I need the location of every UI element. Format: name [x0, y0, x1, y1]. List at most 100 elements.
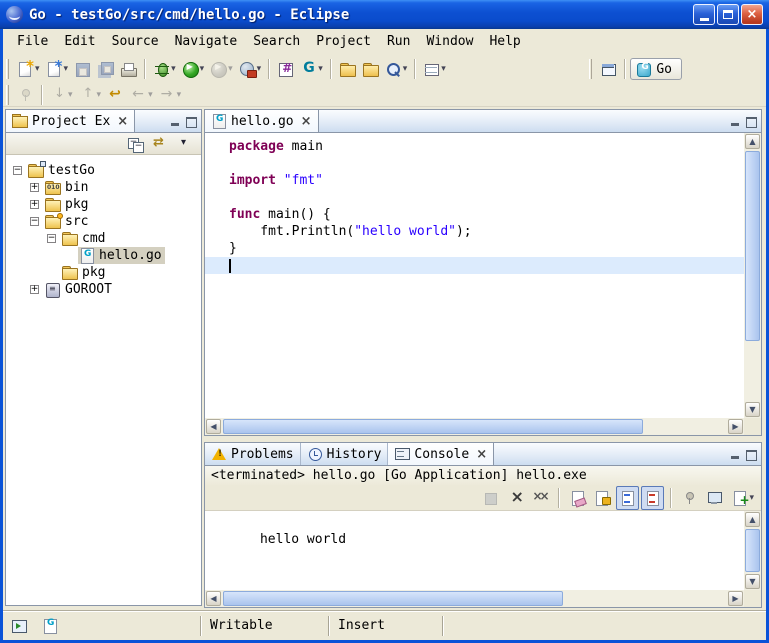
titlebar[interactable]: Go - testGo/src/cmd/hello.go - Eclipse ×: [0, 0, 769, 29]
toolbar-grip[interactable]: [6, 85, 9, 105]
code-line-1[interactable]: package main: [205, 138, 744, 155]
tree-node[interactable]: GOROOT: [44, 281, 115, 298]
scroll-right-button[interactable]: ▶: [728, 591, 743, 606]
print-button[interactable]: [117, 57, 140, 81]
open-console-button[interactable]: ▾: [728, 486, 757, 510]
collapse-all-button[interactable]: [124, 132, 147, 156]
tab-history[interactable]: History: [301, 443, 389, 465]
code-line-2[interactable]: [205, 155, 744, 172]
pin-editor-button[interactable]: [14, 83, 37, 107]
terminate-button[interactable]: [479, 486, 502, 510]
tree-node[interactable]: cmd: [61, 230, 108, 247]
minimize-view-button[interactable]: [730, 116, 741, 127]
dropdown-arrow-icon[interactable]: ▾: [97, 90, 102, 100]
maximize-button[interactable]: [717, 4, 739, 25]
tree-item-hello-go[interactable]: hello.go: [6, 247, 201, 264]
tree-item-pkg[interactable]: + pkg: [6, 196, 201, 213]
tab-project-explorer[interactable]: Project Ex ×: [6, 110, 135, 132]
dropdown-arrow-icon[interactable]: ▾: [257, 64, 262, 74]
new-element-button[interactable]: ▾: [43, 57, 72, 81]
open-resource-button[interactable]: [336, 57, 359, 81]
menu-item-help[interactable]: Help: [481, 31, 528, 52]
dropdown-arrow-icon[interactable]: ▾: [68, 90, 73, 100]
editor-horizontal-scrollbar[interactable]: ◀ ▶: [205, 418, 744, 435]
view-menu-button[interactable]: [174, 132, 197, 156]
expand-icon[interactable]: +: [30, 200, 39, 209]
external-tools-button[interactable]: ▾: [236, 57, 265, 81]
tree-node[interactable]: pkg: [44, 196, 91, 213]
show-stderr-button[interactable]: [641, 486, 664, 510]
expand-icon[interactable]: +: [30, 183, 39, 192]
go-build-button[interactable]: ▾: [297, 57, 326, 81]
last-edit-location-button[interactable]: [104, 83, 127, 107]
forward-button[interactable]: ▾: [156, 83, 185, 107]
dropdown-arrow-icon[interactable]: ▾: [177, 90, 182, 100]
fast-view-icon[interactable]: [11, 618, 28, 634]
menu-item-run[interactable]: Run: [379, 31, 418, 52]
dropdown-arrow-icon[interactable]: ▾: [35, 64, 40, 74]
run-button[interactable]: ▾: [179, 57, 208, 81]
run-last-button[interactable]: ▾: [207, 57, 236, 81]
console-output[interactable]: hello world: [205, 511, 744, 590]
scroll-right-button[interactable]: ▶: [728, 419, 743, 434]
tree-item-testgo[interactable]: −testGo: [6, 162, 201, 179]
tree-node[interactable]: testGo: [27, 162, 98, 179]
tree-item-cmd[interactable]: −cmd: [6, 230, 201, 247]
scroll-down-button[interactable]: ▼: [745, 574, 760, 589]
dropdown-arrow-icon[interactable]: ▾: [148, 90, 153, 100]
minimize-button[interactable]: [693, 4, 715, 25]
tree-item-bin[interactable]: + bin: [6, 179, 201, 196]
tree-node[interactable]: src: [44, 213, 91, 230]
go-trim-icon[interactable]: [42, 618, 59, 634]
scroll-up-button[interactable]: ▲: [745, 134, 760, 149]
close-button[interactable]: ×: [741, 4, 763, 25]
maximize-view-button[interactable]: [185, 116, 196, 127]
maximize-view-button[interactable]: [745, 449, 756, 460]
code-line-6[interactable]: fmt.Println("hello world");: [205, 223, 744, 240]
scroll-up-button[interactable]: ▲: [745, 512, 760, 527]
code-line-5[interactable]: func main() {: [205, 206, 744, 223]
dropdown-arrow-icon[interactable]: ▾: [403, 64, 408, 74]
tree-node[interactable]: bin: [44, 179, 91, 196]
tree-item-goroot[interactable]: + GOROOT: [6, 281, 201, 298]
new-go-app-button[interactable]: [274, 57, 297, 81]
close-icon[interactable]: ×: [301, 114, 312, 129]
scrollbar-thumb[interactable]: [223, 591, 563, 606]
scroll-left-button[interactable]: ◀: [206, 591, 221, 606]
maximize-view-button[interactable]: [745, 116, 756, 127]
minimize-view-button[interactable]: [170, 116, 181, 127]
tab-problems[interactable]: Problems: [205, 443, 301, 465]
collapse-icon[interactable]: −: [30, 217, 39, 226]
minimize-view-button[interactable]: [730, 449, 741, 460]
next-annotation-button[interactable]: ▾: [47, 83, 76, 107]
editor-vertical-scrollbar[interactable]: ▲ ▼: [744, 133, 761, 418]
dropdown-arrow-icon[interactable]: ▾: [318, 64, 323, 74]
expand-icon[interactable]: +: [30, 285, 39, 294]
console-horizontal-scrollbar[interactable]: ◀ ▶: [205, 590, 744, 607]
tab-console[interactable]: Console×: [388, 443, 494, 465]
scrollbar-thumb[interactable]: [223, 419, 643, 434]
tree-item-src[interactable]: −src: [6, 213, 201, 230]
open-type-button[interactable]: [359, 57, 382, 81]
search-button[interactable]: ▾: [382, 57, 411, 81]
collapse-icon[interactable]: −: [47, 234, 56, 243]
annotations-button[interactable]: ▾: [420, 57, 449, 81]
menu-item-edit[interactable]: Edit: [56, 31, 103, 52]
dropdown-arrow-icon[interactable]: ▾: [171, 64, 176, 74]
menu-item-navigate[interactable]: Navigate: [167, 31, 246, 52]
scroll-left-button[interactable]: ◀: [206, 419, 221, 434]
code-editor[interactable]: package mainimport "fmt"func main() { fm…: [205, 133, 744, 418]
dropdown-arrow-icon[interactable]: ▾: [200, 64, 205, 74]
selected-tree-node[interactable]: hello.go: [78, 247, 165, 264]
menu-item-search[interactable]: Search: [245, 31, 308, 52]
back-button[interactable]: ▾: [127, 83, 156, 107]
open-perspective-button[interactable]: [597, 57, 620, 81]
tab-hello-go[interactable]: hello.go ×: [205, 110, 319, 132]
tree-node[interactable]: pkg: [61, 264, 108, 281]
menu-item-project[interactable]: Project: [308, 31, 379, 52]
toolbar-grip[interactable]: [589, 59, 592, 79]
menu-item-source[interactable]: Source: [104, 31, 167, 52]
link-with-editor-button[interactable]: [149, 132, 172, 156]
menu-item-file[interactable]: File: [9, 31, 56, 52]
close-icon[interactable]: ×: [476, 447, 487, 462]
